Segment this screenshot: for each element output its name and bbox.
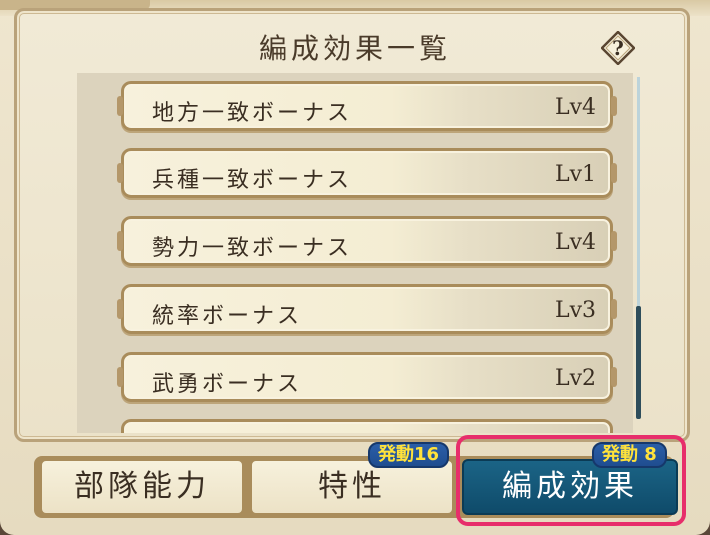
bonus-row-faction-match[interactable]: 勢力一致ボーナス Lv4: [117, 216, 617, 266]
bonus-list-panel: 編成効果一覧 ? 地方一致ボーナス Lv4 兵種一致ボーナス Lv1 勢力一致ボ…: [14, 8, 690, 442]
question-mark-icon[interactable]: ?: [600, 30, 636, 66]
bonus-level: Lv4: [554, 230, 596, 255]
bonus-level: Lv1: [554, 162, 596, 187]
traits-active-badge: 発動16: [368, 442, 450, 468]
tab-label: 部隊能力: [74, 469, 210, 504]
bonus-level: Lv3: [554, 298, 596, 323]
selection-highlight: [456, 435, 686, 526]
bonus-row-region-match[interactable]: 地方一致ボーナス Lv4: [117, 81, 617, 131]
bonus-name: 統率ボーナス: [152, 304, 303, 329]
bonus-level: Lv4: [554, 95, 596, 120]
bonus-row-valor[interactable]: 武勇ボーナス Lv2: [117, 352, 617, 402]
bonus-list[interactable]: 地方一致ボーナス Lv4 兵種一致ボーナス Lv1 勢力一致ボーナス Lv4 統…: [77, 73, 633, 433]
tab-label: 特性: [318, 469, 386, 504]
scrollbar-thumb[interactable]: [636, 306, 641, 419]
bonus-row-troop-type-match[interactable]: 兵種一致ボーナス Lv1: [117, 148, 617, 198]
svg-text:?: ?: [612, 36, 624, 60]
bonus-name: 地方一致ボーナス: [152, 101, 353, 126]
bonus-name: 勢力一致ボーナス: [152, 236, 353, 261]
tab-unit-ability[interactable]: 部隊能力: [40, 459, 244, 515]
bonus-level: Lv2: [554, 366, 596, 391]
bonus-name: 兵種一致ボーナス: [152, 168, 353, 193]
question-mark-icon-graphic: ?: [600, 30, 636, 66]
bonus-row-partial[interactable]: [121, 419, 613, 433]
panel-title: 編成効果一覧: [258, 32, 451, 65]
bonus-row-leadership[interactable]: 統率ボーナス Lv3: [117, 284, 617, 334]
bonus-name: 武勇ボーナス: [152, 372, 303, 397]
